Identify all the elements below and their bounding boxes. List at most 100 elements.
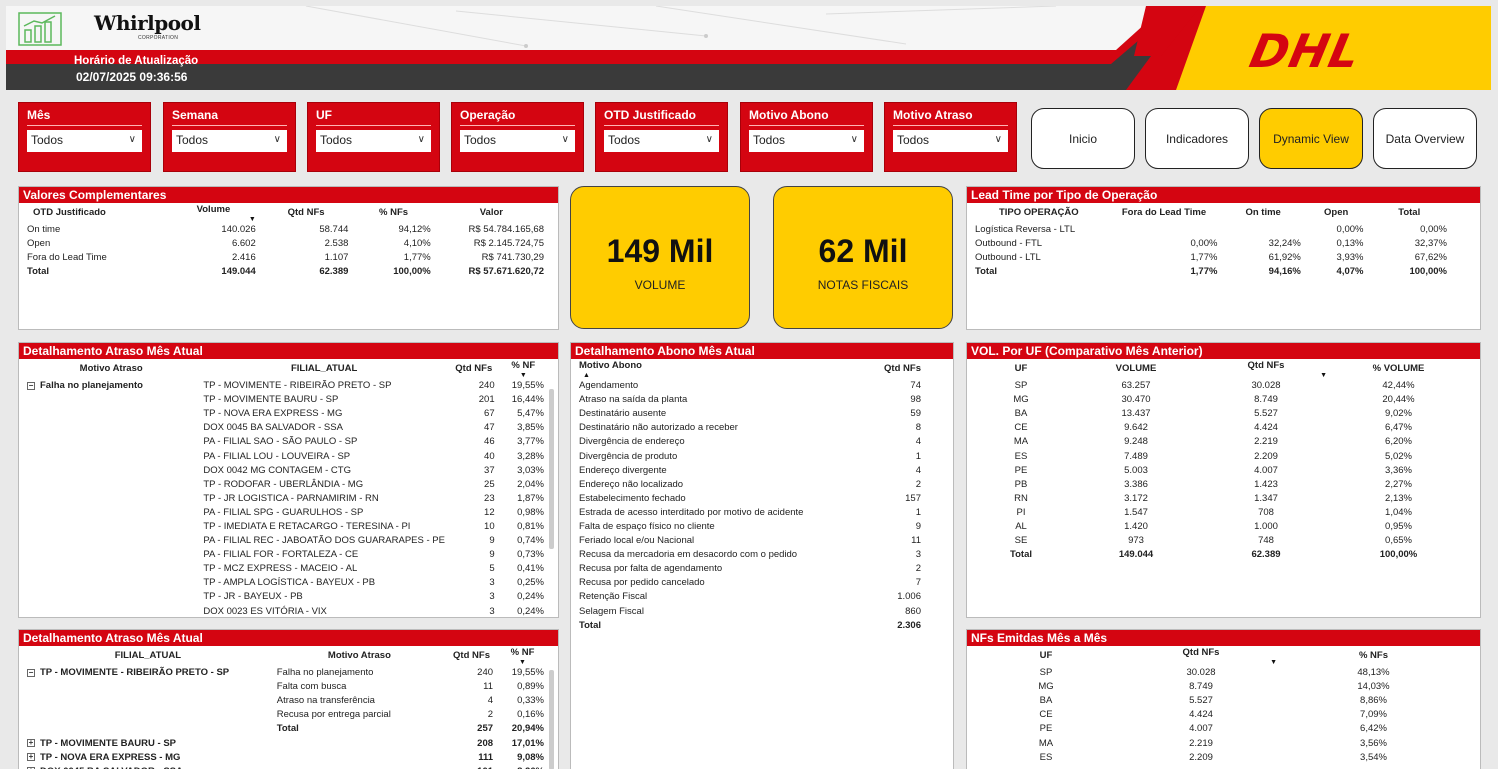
table-row[interactable]: PA - FILIAL SAO - SÃO PAULO - SP 46 3,77% <box>23 435 548 449</box>
filter-operacao[interactable]: Operação Todos ∨ <box>451 102 584 172</box>
table-row[interactable]: Divergência de produto 1 <box>575 449 925 463</box>
table-row[interactable]: Open 6.602 2.538 4,10% R$ 2.145.724,75 <box>23 237 548 251</box>
filter-select[interactable]: Todos ∨ <box>172 130 287 152</box>
table-row[interactable]: ES 2.209 3,54% <box>971 751 1466 765</box>
table-row[interactable]: PA - FILIAL REC - JABOATÃO DOS GUARARAPE… <box>23 534 548 548</box>
table-row[interactable]: MA 2.219 3,56% <box>971 736 1466 750</box>
table-row[interactable]: Recusa por pedido cancelado 7 <box>575 576 925 590</box>
column-header[interactable]: Qtd NFs ▼ <box>1201 359 1331 379</box>
table-row[interactable]: PE 4.007 6,42% <box>971 722 1466 736</box>
column-header[interactable]: Open <box>1305 203 1368 223</box>
table-row[interactable]: TP - MCZ EXPRESS - MACEIO - AL 5 0,41% <box>23 562 548 576</box>
column-header[interactable]: On time <box>1221 203 1304 223</box>
table-row[interactable]: Estabelecimento fechado 157 <box>575 492 925 506</box>
table-row[interactable]: AL 1.420 1.000 0,95% <box>971 520 1466 534</box>
table-row[interactable]: Recusa da mercadoria em desacordo com o … <box>575 548 925 562</box>
table-row[interactable]: Retenção Fiscal 1.006 <box>575 590 925 604</box>
scrollbar[interactable] <box>549 670 554 769</box>
total-row[interactable]: Total 257 20,94% <box>23 722 548 736</box>
table-row[interactable]: Logística Reversa - LTL 0,00% 0,00% <box>971 223 1451 237</box>
column-header[interactable]: % NFs <box>1281 646 1466 666</box>
table-row[interactable]: Atraso na saída da planta 98 <box>575 393 925 407</box>
table-row[interactable]: Outbound - LTL 1,77% 61,92% 3,93% 67,62% <box>971 251 1451 265</box>
table-row[interactable]: On time 140.026 58.744 94,12% R$ 54.784.165,… <box>23 223 548 237</box>
column-header[interactable]: % NF ▼ <box>499 359 548 379</box>
filter-select[interactable]: Todos ∨ <box>604 130 719 152</box>
table-row[interactable]: MG 8.749 14,03% <box>971 680 1466 694</box>
nav-data-overview-button[interactable]: Data Overview <box>1373 108 1477 169</box>
table-row[interactable]: Endereço divergente 4 <box>575 464 925 478</box>
column-header[interactable]: UF <box>971 646 1121 666</box>
table-row[interactable]: Agendamento 74 <box>575 379 925 393</box>
table-row[interactable]: − TP - MOVIMENTE - RIBEIRÃO PRETO - SP Fal… <box>23 666 548 680</box>
total-row[interactable]: Total 149.044 62.389 100,00% R$ 57.671.620,7… <box>23 265 548 279</box>
column-header[interactable]: Volume ▼ <box>167 203 260 223</box>
table-row[interactable]: Falta de espaço físico no cliente 9 <box>575 520 925 534</box>
scrollbar[interactable] <box>549 389 554 549</box>
column-header[interactable]: Qtd NFs ▼ <box>1121 646 1281 666</box>
column-header[interactable]: Motivo Atraso <box>23 359 199 379</box>
table-row[interactable]: Outbound - FTL 0,00% 32,24% 0,13% 32,37% <box>971 237 1451 251</box>
filter-select[interactable]: Todos ∨ <box>893 130 1008 152</box>
column-header[interactable]: TIPO OPERAÇÃO <box>971 203 1107 223</box>
table-row[interactable]: Recusa por entrega parcial 2 0,16% <box>23 708 548 722</box>
nav-indicadores-button[interactable]: Indicadores <box>1145 108 1249 169</box>
column-header[interactable]: VOLUME <box>1071 359 1201 379</box>
column-header[interactable]: FILIAL_ATUAL <box>199 359 449 379</box>
column-header[interactable]: % VOLUME <box>1331 359 1466 379</box>
total-row[interactable]: Total 1,77% 94,16% 4,07% 100,00% <box>971 265 1451 279</box>
column-header[interactable]: % NF ▼ <box>497 646 548 666</box>
table-row[interactable]: TP - JR LOGISTICA - PARNAMIRIM - RN 23 1,8… <box>23 492 548 506</box>
table-row[interactable]: RN 3.172 1.347 2,13% <box>971 492 1466 506</box>
table-row[interactable]: MA 9.248 2.219 6,20% <box>971 435 1466 449</box>
table-row[interactable]: TP - AMPLA LOGÍSTICA - BAYEUX - PB 3 0,25% <box>23 576 548 590</box>
table-row[interactable]: DOX 0045 BA SALVADOR - SSA 47 3,85% <box>23 421 548 435</box>
column-header[interactable]: Qtd NFs <box>260 203 353 223</box>
table-row[interactable]: Recusa por falta de agendamento 2 <box>575 562 925 576</box>
table-row[interactable]: PA - FILIAL SPG - GUARULHOS - SP 12 0,98% <box>23 506 548 520</box>
table-row[interactable]: Endereço não localizado 2 <box>575 478 925 492</box>
table-row[interactable]: MG 30.470 8.749 20,44% <box>971 393 1466 407</box>
table-row[interactable]: +DOX 0045 BA SALVADOR - SSA 1018,26% <box>23 765 548 769</box>
table-row[interactable]: SP 63.257 30.028 42,44% <box>971 379 1466 393</box>
table-row[interactable]: DOX 0023 ES VITÓRIA - VIX 3 0,24% <box>23 605 548 618</box>
table-row[interactable]: SP 30.028 48,13% <box>971 666 1466 680</box>
table-row[interactable]: PI 1.547 708 1,04% <box>971 506 1466 520</box>
column-header[interactable]: Motivo Abono ▲ <box>575 359 855 379</box>
table-row[interactable]: Atraso na transferência 4 0,33% <box>23 694 548 708</box>
table-row[interactable]: PE 5.003 4.007 3,36% <box>971 464 1466 478</box>
table-row[interactable]: BA 5.527 8,86% <box>971 694 1466 708</box>
collapse-icon[interactable]: − <box>27 668 35 677</box>
filter-motivo-atraso[interactable]: Motivo Atraso Todos ∨ <box>884 102 1017 172</box>
table-row[interactable]: − Falha no planejamento TP - MOVIMENTE - R… <box>23 379 548 393</box>
table-row[interactable]: Destinatário ausente 59 <box>575 407 925 421</box>
table-row[interactable]: TP - MOVIMENTE BAURU - SP 201 16,44% <box>23 393 548 407</box>
table-row[interactable]: PA - FILIAL LOU - LOUVEIRA - SP 40 3,28% <box>23 449 548 463</box>
filter-semana[interactable]: Semana Todos ∨ <box>163 102 296 172</box>
column-header[interactable]: Qtd NFs <box>449 359 499 379</box>
table-row[interactable]: Divergência de endereço 4 <box>575 435 925 449</box>
table-row[interactable]: SE 973 748 0,65% <box>971 534 1466 548</box>
table-row[interactable]: Feriado local e/ou Nacional 11 <box>575 534 925 548</box>
table-row[interactable]: ES 7.489 2.209 5,02% <box>971 449 1466 463</box>
table-row[interactable]: TP - RODOFAR - UBERLÂNDIA - MG 25 2,04% <box>23 478 548 492</box>
total-row[interactable]: Total 2.306 <box>575 619 925 633</box>
table-row[interactable]: TP - IMEDIATA E RETACARGO - TERESINA - P… <box>23 520 548 534</box>
filter-select[interactable]: Todos ∨ <box>460 130 575 152</box>
table-row[interactable]: Destinatário não autorizado a receber 8 <box>575 421 925 435</box>
table-row[interactable]: PA - FILIAL FOR - FORTALEZA - CE 9 0,73% <box>23 548 548 562</box>
filter-motivo-abono[interactable]: Motivo Abono Todos ∨ <box>740 102 873 172</box>
column-header[interactable]: Motivo Atraso <box>273 646 446 666</box>
table-row[interactable]: Falta com busca 11 0,89% <box>23 680 548 694</box>
nav-inicio-button[interactable]: Inicio <box>1031 108 1135 169</box>
table-row[interactable]: Selagem Fiscal 860 <box>575 605 925 619</box>
table-row[interactable]: TP - NOVA ERA EXPRESS - MG 67 5,47% <box>23 407 548 421</box>
column-header[interactable]: OTD Justificado <box>23 203 167 223</box>
table-row[interactable]: BA 13.437 5.527 9,02% <box>971 407 1466 421</box>
nav-dynamic-view-button[interactable]: Dynamic View <box>1259 108 1363 169</box>
column-header[interactable]: Valor <box>435 203 548 223</box>
table-row[interactable]: TP - JR - BAYEUX - PB 3 0,24% <box>23 590 548 604</box>
filter-select[interactable]: Todos ∨ <box>749 130 864 152</box>
column-header[interactable]: Qtd NFs <box>855 359 925 379</box>
column-header[interactable]: Fora do Lead Time <box>1107 203 1222 223</box>
